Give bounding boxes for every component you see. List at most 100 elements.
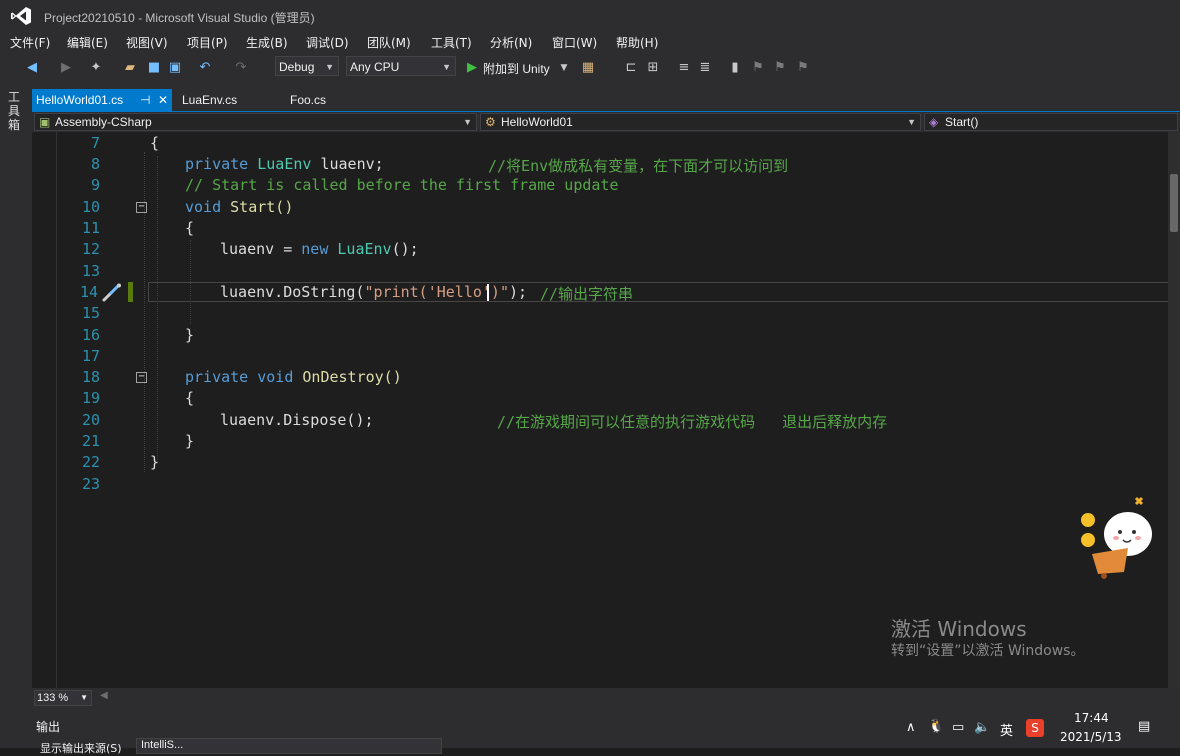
line-number: 22 bbox=[81, 453, 100, 471]
clock-time[interactable]: 17:44 bbox=[1074, 711, 1109, 725]
tab-helloworld01[interactable]: HelloWorld01.cs ⊣ ✕ bbox=[32, 89, 172, 111]
project-value: Assembly-CSharp bbox=[55, 115, 152, 129]
sogou-icon[interactable]: S bbox=[1026, 719, 1044, 737]
attach-to-unity-button[interactable]: 附加到 Unity bbox=[483, 60, 550, 77]
code-line-20: luaenv.Dispose(); bbox=[220, 411, 374, 429]
menu-analyze[interactable]: 分析(N) bbox=[490, 34, 532, 51]
output-panel-title: 输出 bbox=[36, 720, 61, 734]
code-line-10: void Start() bbox=[185, 198, 294, 216]
tab-luaenv[interactable]: LuaEnv.cs bbox=[178, 89, 278, 111]
mascot-sticker-icon bbox=[1081, 496, 1152, 579]
notification-icon[interactable]: ▤ bbox=[1138, 719, 1150, 734]
tab-label: HelloWorld01.cs bbox=[36, 93, 124, 107]
scroll-left-icon[interactable]: ◀ bbox=[100, 690, 108, 701]
code-line-12: luaenv = new LuaEnv(); bbox=[220, 240, 419, 258]
code-line-7: { bbox=[150, 134, 160, 152]
close-icon[interactable]: ✕ bbox=[158, 89, 168, 111]
ime-indicator[interactable]: 英 bbox=[1000, 720, 1013, 739]
activate-windows-subtitle: 转到“设置”以激活 Windows。 bbox=[891, 643, 1085, 659]
class-icon: ⚙ bbox=[485, 115, 496, 129]
browse-icon[interactable]: ▦ bbox=[580, 60, 596, 76]
menu-build[interactable]: 生成(B) bbox=[246, 34, 288, 51]
code-comment: //在游戏期间可以任意的执行游戏代码 退出后释放内存 bbox=[497, 413, 888, 431]
solution-configuration-select[interactable]: Debug ▼ bbox=[275, 56, 339, 76]
code-comment: //将Env做成私有变量，在下面才可以访问到 bbox=[488, 157, 789, 175]
collapse-icon[interactable]: − bbox=[136, 202, 147, 213]
line-number: 8 bbox=[90, 155, 100, 173]
format-icon[interactable]: ⊞ bbox=[645, 60, 661, 76]
chevron-down-icon[interactable]: ▼ bbox=[556, 60, 572, 76]
open-file-icon[interactable]: ▰ bbox=[122, 60, 138, 76]
menu-debug[interactable]: 调试(D) bbox=[306, 34, 349, 51]
play-icon[interactable]: ▶ bbox=[464, 60, 480, 76]
class-dropdown[interactable]: ⚙ HelloWorld01 ▼ bbox=[480, 113, 921, 131]
clock-date[interactable]: 2021/5/13 bbox=[1060, 730, 1122, 744]
quick-actions-icon[interactable] bbox=[101, 283, 123, 303]
toolbox-strip bbox=[0, 86, 32, 716]
next-bookmark-icon[interactable]: ⚑ bbox=[772, 60, 788, 76]
tab-label: Foo.cs bbox=[290, 93, 327, 107]
scrollbar-thumb[interactable] bbox=[1170, 174, 1178, 232]
save-icon[interactable]: ■ bbox=[146, 60, 162, 76]
code-line-22: } bbox=[150, 453, 160, 471]
collapse-icon[interactable]: − bbox=[136, 372, 147, 383]
pin-icon[interactable]: ⊣ bbox=[140, 89, 150, 111]
menu-edit[interactable]: 编辑(E) bbox=[67, 34, 108, 51]
qq-icon[interactable]: 🐧 bbox=[928, 719, 944, 734]
document-tab-bar: HelloWorld01.cs ⊣ ✕ LuaEnv.cs Foo.cs bbox=[32, 86, 1180, 111]
back-icon[interactable]: ◀ bbox=[24, 60, 40, 76]
bookmark-icon[interactable]: ▮ bbox=[727, 60, 743, 76]
line-number: 23 bbox=[81, 475, 100, 493]
visual-studio-logo-icon bbox=[11, 7, 31, 25]
tab-foo[interactable]: Foo.cs bbox=[286, 89, 366, 111]
volume-icon[interactable]: 🔈 bbox=[974, 720, 990, 735]
line-number: 21 bbox=[81, 432, 100, 450]
menu-view[interactable]: 视图(V) bbox=[126, 34, 168, 51]
code-line-9: // Start is called before the first fram… bbox=[185, 176, 619, 194]
system-tray: ∧ 🐧 ▭ 🔈 英 S 17:44 2021/5/13 ▤ bbox=[900, 708, 1180, 748]
chevron-up-icon[interactable]: ∧ bbox=[906, 720, 916, 735]
redo-icon[interactable]: ↷ bbox=[233, 60, 249, 76]
clear-bookmarks-icon[interactable]: ⚑ bbox=[795, 60, 811, 76]
project-dropdown[interactable]: ▣ Assembly-CSharp ▼ bbox=[34, 113, 477, 131]
line-number: 19 bbox=[81, 389, 100, 407]
member-dropdown[interactable]: ◈ Start() bbox=[924, 113, 1178, 131]
horizontal-scroll-bar bbox=[32, 688, 1180, 708]
text-caret bbox=[487, 284, 489, 301]
menu-tools[interactable]: 工具(T) bbox=[431, 34, 472, 51]
solution-configuration-value: Debug bbox=[279, 60, 315, 74]
line-number: 11 bbox=[81, 219, 100, 237]
menu-project[interactable]: 项目(P) bbox=[187, 34, 228, 51]
code-comment: //输出字符串 bbox=[540, 285, 634, 303]
indent-guide bbox=[190, 240, 191, 324]
menu-file[interactable]: 文件(F) bbox=[10, 34, 50, 51]
tab-label: LuaEnv.cs bbox=[182, 93, 238, 107]
activate-windows-title: 激活 Windows bbox=[891, 617, 1027, 641]
toolbar: ◀ ▶ ✦ ▰ ■ ▣ ↶ ↷ Debug ▼ Any CPU ▼ ▶ 附加到 … bbox=[0, 52, 1180, 86]
editor-margin bbox=[32, 132, 57, 688]
comment-icon[interactable]: ≡ bbox=[676, 60, 692, 76]
network-icon[interactable]: ▭ bbox=[952, 720, 964, 735]
menu-help[interactable]: 帮助(H) bbox=[616, 34, 658, 51]
menu-team[interactable]: 团队(M) bbox=[367, 34, 411, 51]
code-line-14: luaenv.DoString("print('Hello')"); bbox=[220, 283, 528, 301]
uncomment-icon[interactable]: ≣ bbox=[697, 60, 713, 76]
line-number: 10 bbox=[81, 198, 100, 216]
step-icon[interactable]: ⊏ bbox=[623, 60, 639, 76]
line-number: 18 bbox=[81, 368, 100, 386]
menu-window[interactable]: 窗口(W) bbox=[552, 34, 597, 51]
method-icon: ◈ bbox=[929, 115, 939, 129]
line-number: 16 bbox=[81, 326, 100, 344]
zoom-select[interactable]: 133 % ▼ bbox=[34, 690, 92, 706]
code-line-19: { bbox=[185, 389, 195, 407]
prev-bookmark-icon[interactable]: ⚑ bbox=[750, 60, 766, 76]
output-source-select[interactable]: IntelliS... bbox=[136, 738, 442, 754]
new-project-icon[interactable]: ✦ bbox=[88, 60, 104, 76]
forward-icon[interactable]: ▶ bbox=[58, 60, 74, 76]
solution-platform-select[interactable]: Any CPU ▼ bbox=[346, 56, 456, 76]
save-all-icon[interactable]: ▣ bbox=[167, 60, 183, 76]
undo-icon[interactable]: ↶ bbox=[197, 60, 213, 76]
chevron-down-icon: ▼ bbox=[325, 62, 334, 72]
indent-guide bbox=[157, 156, 158, 464]
toolbox-tab[interactable]: 工具箱 bbox=[8, 90, 24, 132]
